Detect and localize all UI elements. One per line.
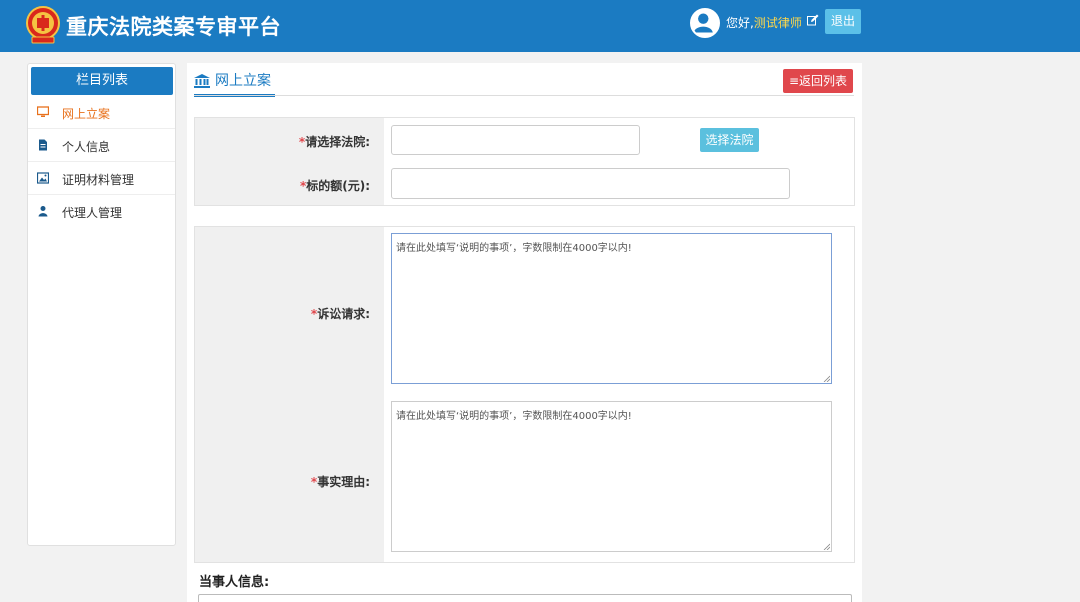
greeting-text: 您好, [726,16,754,30]
amount-label: *标的额(元): [300,177,370,194]
image-icon [37,172,49,184]
party-info-table [198,594,852,602]
facts-label-text: 事实理由: [317,475,370,489]
resize-grip-icon[interactable] [823,543,830,550]
claims-placeholder: 请在此处填写‘说明的事项’，字数限制在4000字以内! [396,243,632,254]
amount-input[interactable] [391,168,790,199]
sidebar-item-evidence-management[interactable]: 证明材料管理 [28,162,175,195]
claims-textarea[interactable]: 请在此处填写‘说明的事项’，字数限制在4000字以内! [391,233,832,384]
amount-label-text: 标的额(元): [306,179,370,193]
user-avatar-icon[interactable] [690,8,720,38]
sidebar-item-online-filing[interactable]: 网上立案 [28,96,175,129]
court-label-text: 请选择法院: [305,135,370,149]
court-input[interactable] [391,125,640,155]
label-column [195,227,384,562]
sidebar-item-personal-info[interactable]: 个人信息 [28,129,175,162]
party-info-heading: 当事人信息: [199,575,270,590]
monitor-icon [37,106,49,117]
claims-facts-section: *诉讼请求: 请在此处填写‘说明的事项’，字数限制在4000字以内! *事实理由… [194,226,855,563]
top-header: 重庆法院类案专审平台 您好,测试律师 退出 [0,0,1080,52]
choose-court-button[interactable]: 选择法院 [700,128,759,152]
sidebar-item-label: 证明材料管理 [62,173,135,187]
sidebar-heading: 栏目列表 [31,67,173,95]
sidebar-item-label: 代理人管理 [62,206,123,220]
back-to-list-button[interactable]: ≡返回列表 [783,69,853,93]
sidebar-item-label: 个人信息 [62,140,111,154]
resize-grip-icon[interactable] [823,375,830,382]
tab-title-label: 网上立案 [215,73,271,89]
edit-profile-icon[interactable] [807,14,819,26]
site-title: 重庆法院类案专审平台 [66,15,281,39]
sidebar: 栏目列表 网上立案 个人信息 证明材料管理 代理人管理 [27,63,176,546]
tab-divider [194,95,854,96]
claims-label: *诉讼请求: [311,305,370,322]
main-panel: 网上立案 ≡返回列表 *请选择法院: 选择法院 *标的额(元): *诉讼请求: … [187,63,862,602]
sidebar-item-label: 网上立案 [62,107,111,121]
document-icon [39,139,47,151]
facts-textarea[interactable]: 请在此处填写‘说明的事项’，字数限制在4000字以内! [391,401,832,552]
bank-icon [194,74,210,88]
logout-button[interactable]: 退出 [825,9,861,34]
claims-label-text: 诉讼请求: [317,307,370,321]
court-amount-section: *请选择法院: 选择法院 *标的额(元): [194,117,855,206]
facts-placeholder: 请在此处填写‘说明的事项’，字数限制在4000字以内! [396,411,632,422]
user-greeting: 您好,测试律师 [726,14,802,31]
facts-label: *事实理由: [311,473,370,490]
tab-online-filing[interactable]: 网上立案 [194,71,275,97]
court-label: *请选择法院: [299,133,370,150]
username-link[interactable]: 测试律师 [754,16,802,30]
court-emblem-icon [26,6,60,44]
user-icon [38,206,48,217]
sidebar-item-agent-management[interactable]: 代理人管理 [28,195,175,228]
